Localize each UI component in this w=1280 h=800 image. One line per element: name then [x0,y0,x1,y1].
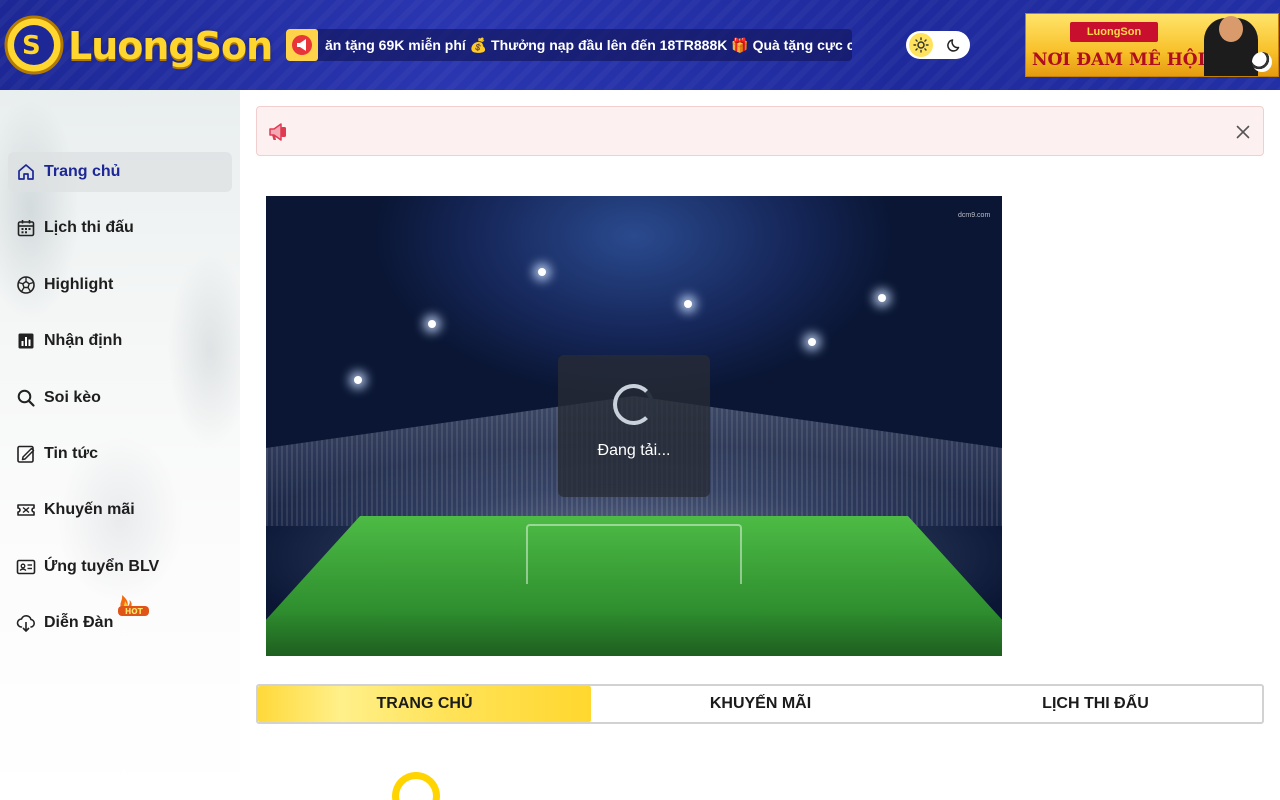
megaphone-icon [286,29,318,61]
stadium-light [878,294,886,302]
stadium-light [538,268,546,276]
loading-overlay: Đang tải... [558,355,710,497]
stadium-light [354,376,362,384]
pitch-line [526,524,742,584]
sidebar-item-label: Highlight [44,276,114,293]
hot-badge-icon: HOT [118,595,149,616]
content-loading-spinner-icon [392,772,440,800]
sidebar-item-label: Trang chủ [44,163,121,180]
sidebar-item-label: Soi kèo [44,389,101,406]
sidebar-item-news[interactable]: Tin tức [8,434,232,474]
edit-note-icon [16,444,36,464]
sidebar-item-highlight[interactable]: Highlight [8,265,232,305]
sidebar-item-promotion[interactable]: Khuyến mãi [8,490,232,530]
header-ad-banner[interactable]: LuongSon NƠI ĐAM MÊ HỘI TỤ [1025,13,1279,77]
svg-text:HOT: HOT [125,607,144,616]
search-icon [16,388,36,408]
moon-icon[interactable] [943,33,967,57]
sidebar-item-forum[interactable]: Diễn Đàn HOT [8,595,232,643]
calendar-icon [16,218,36,238]
tab-home[interactable]: TRANG CHỦ [258,686,591,722]
id-card-icon [16,557,36,577]
sidebar-item-label: Diễn Đàn [44,614,114,631]
logo-text: LuongSon [68,24,273,68]
soccer-ball-icon [16,275,36,295]
sidebar-item-label: Lịch thi đấu [44,219,134,236]
banner-person-image [1204,16,1258,76]
home-icon [16,162,36,182]
sidebar-item-label: Nhận định [44,332,123,349]
stadium-light [808,338,816,346]
sidebar-item-odds[interactable]: Soi kèo [8,378,232,418]
svg-text:S: S [22,31,41,61]
site-header: S LuongSon ăn tặng 69K miễn phí 💰 Thưởng… [0,0,1280,90]
sidebar-item-label: Khuyến mãi [44,501,135,518]
promo-ticker[interactable]: ăn tặng 69K miễn phí 💰 Thưởng nạp đầu lê… [286,29,852,61]
stadium-light [428,320,436,328]
notice-bar [256,106,1264,156]
tab-schedule[interactable]: LỊCH THI ĐẤU [929,686,1262,722]
player-watermark: dcm9.com [958,212,991,219]
close-icon[interactable] [1233,122,1253,142]
download-cloud-icon [16,613,36,633]
sidebar-item-prediction[interactable]: Nhận định [8,321,232,361]
video-player[interactable]: dcm9.com Đang tải... [266,196,1002,656]
stadium-light [684,300,692,308]
banner-brand: LuongSon [1070,22,1158,42]
content-tabs: TRANG CHỦ KHUYẾN MÃI LỊCH THI ĐẤU [256,684,1264,724]
ticket-icon [16,500,36,520]
loading-spinner-icon [613,384,654,425]
sidebar-item-schedule[interactable]: Lịch thi đấu [8,208,232,248]
sidebar-item-label: Ứng tuyển BLV [44,558,160,575]
tab-promotion[interactable]: KHUYẾN MÃI [594,686,927,722]
sidebar-item-apply-commentator[interactable]: Ứng tuyển BLV [8,547,232,587]
megaphone-icon [269,123,286,141]
logo-emblem-icon: S [4,15,64,75]
soccer-ball-icon [1252,52,1272,72]
sun-icon[interactable] [909,33,933,57]
ticker-text: ăn tặng 69K miễn phí 💰 Thưởng nạp đầu lê… [325,37,852,53]
sidebar: Trang chủ Lịch thi đấu Highlight Nhận đị… [0,90,240,800]
bar-chart-icon [16,331,36,351]
site-logo[interactable]: S LuongSon [2,14,273,76]
theme-toggle[interactable] [906,31,970,59]
loading-text: Đang tải... [597,442,671,459]
sidebar-item-label: Tin tức [44,445,98,462]
sidebar-item-home[interactable]: Trang chủ [8,152,232,192]
